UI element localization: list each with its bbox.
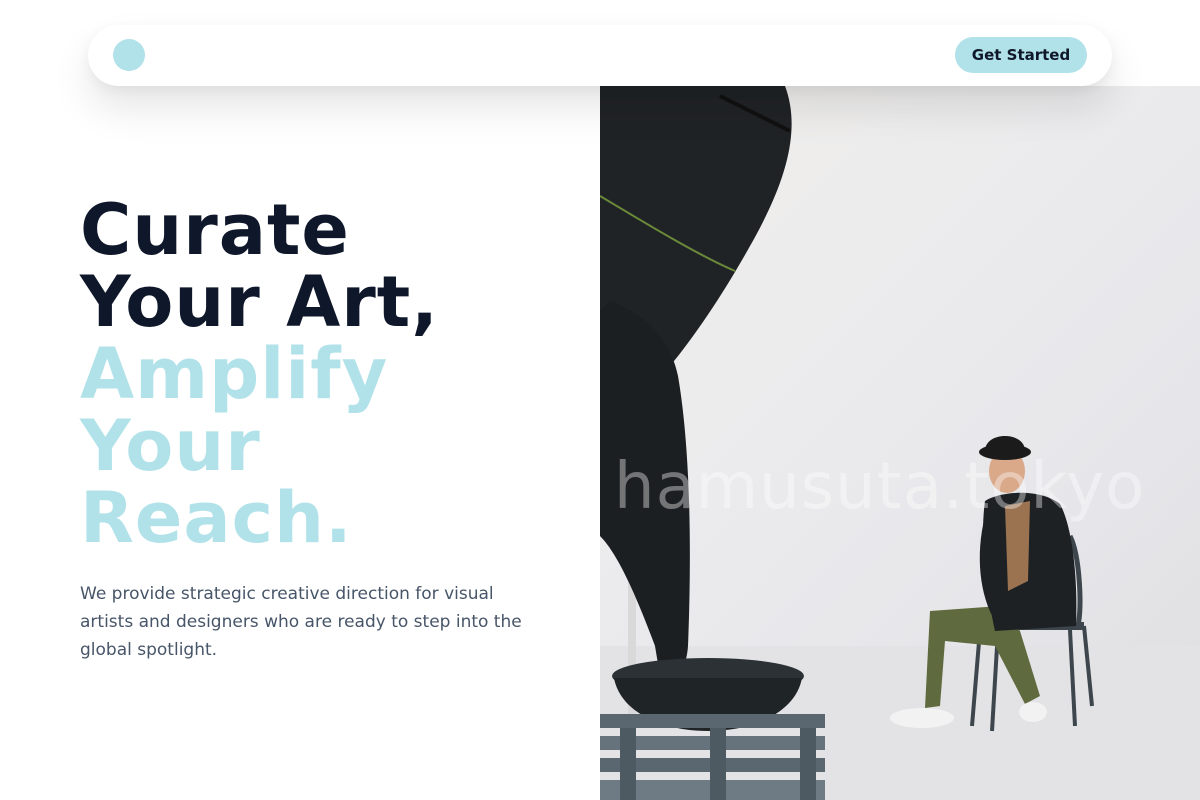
watermark-text: hamusuta.tokyo: [614, 450, 1146, 524]
headline-accent-line-3: Reach.: [80, 477, 353, 559]
top-nav: Get Started: [88, 25, 1112, 86]
hero-photo: hamusuta.tokyo: [600, 86, 1200, 800]
hero-subtext: We provide strategic creative direction …: [80, 584, 522, 660]
get-started-button[interactable]: Get Started: [955, 37, 1087, 73]
logo-icon[interactable]: [113, 39, 145, 71]
headline-line-1: Curate: [80, 189, 350, 271]
hero-headline: Curate Your Art, Amplify Your Reach.: [80, 194, 580, 554]
headline-line-2: Your Art,: [80, 261, 439, 343]
hero-section: Curate Your Art, Amplify Your Reach. We …: [80, 194, 580, 664]
headline-accent-line-2: Your: [80, 405, 261, 487]
headline-accent-line-1: Amplify: [80, 333, 389, 415]
studio-photo-illustration: [600, 86, 1200, 800]
